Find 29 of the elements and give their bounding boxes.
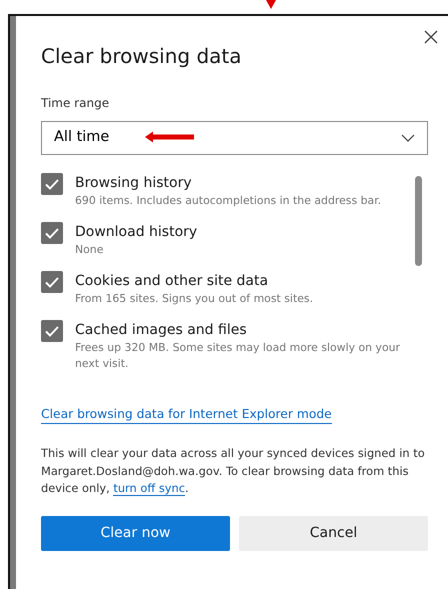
time-range-dropdown[interactable]: All time <box>41 121 428 155</box>
field-label: Time range <box>41 95 110 112</box>
checkbox[interactable] <box>41 271 63 293</box>
item-description: From 165 sites. Signs you out of most sites. <box>75 291 314 307</box>
dialog-title: Clear browsing data <box>41 44 242 68</box>
item-description: Frees up 320 MB. Some sites may load more slowly on your next visit. <box>75 340 402 372</box>
arrow-annotation-icon <box>264 0 278 10</box>
internet-explorer-link[interactable]: Clear browsing data for Internet Explorer mode <box>41 405 332 424</box>
close-icon[interactable] <box>424 30 438 44</box>
checkbox[interactable] <box>41 222 63 244</box>
scrollbar-thumb[interactable] <box>415 176 422 266</box>
checkbox-label: Cookies and other site data <box>75 272 270 291</box>
checkbox[interactable] <box>41 320 63 342</box>
checkbox-label: Cached images and files <box>75 321 248 340</box>
chevron-down-icon <box>401 134 415 142</box>
turn-off-sync-link[interactable]: turn off sync <box>113 481 185 496</box>
checkmark-icon <box>45 178 59 190</box>
item-description: 690 items. Includes autocompletions in the address bar. <box>75 193 382 209</box>
checkmark-icon <box>45 276 59 288</box>
checkbox-label: Download history <box>75 223 198 242</box>
cancel-button[interactable]: Cancel <box>239 516 428 550</box>
checkbox[interactable] <box>41 173 63 195</box>
arrow-annotation-icon <box>145 131 195 143</box>
item-description: None <box>75 242 104 258</box>
clear-now-button[interactable]: Clear now <box>41 516 230 550</box>
checkmark-icon <box>45 228 59 238</box>
checkbox-label: Browsing history <box>75 174 193 193</box>
checkmark-icon <box>45 326 59 336</box>
sync-note: This will clear your data across all your synced devices signed in to Margaret.Dosland@doh.wa.gov. To clear browsing data from this device only, turn off sync. <box>41 445 426 498</box>
